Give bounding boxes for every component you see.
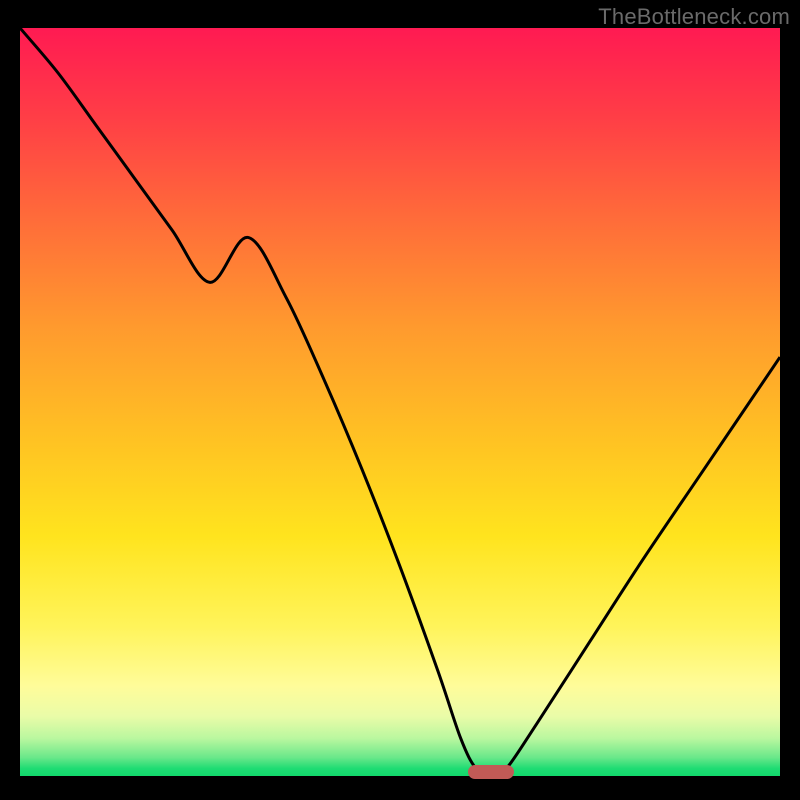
bottleneck-curve (20, 28, 780, 776)
plot-area (20, 28, 780, 776)
watermark-text: TheBottleneck.com (598, 4, 790, 30)
chart-stage: TheBottleneck.com (0, 0, 800, 800)
optimal-point-marker (468, 765, 514, 779)
curve-path (20, 28, 780, 776)
